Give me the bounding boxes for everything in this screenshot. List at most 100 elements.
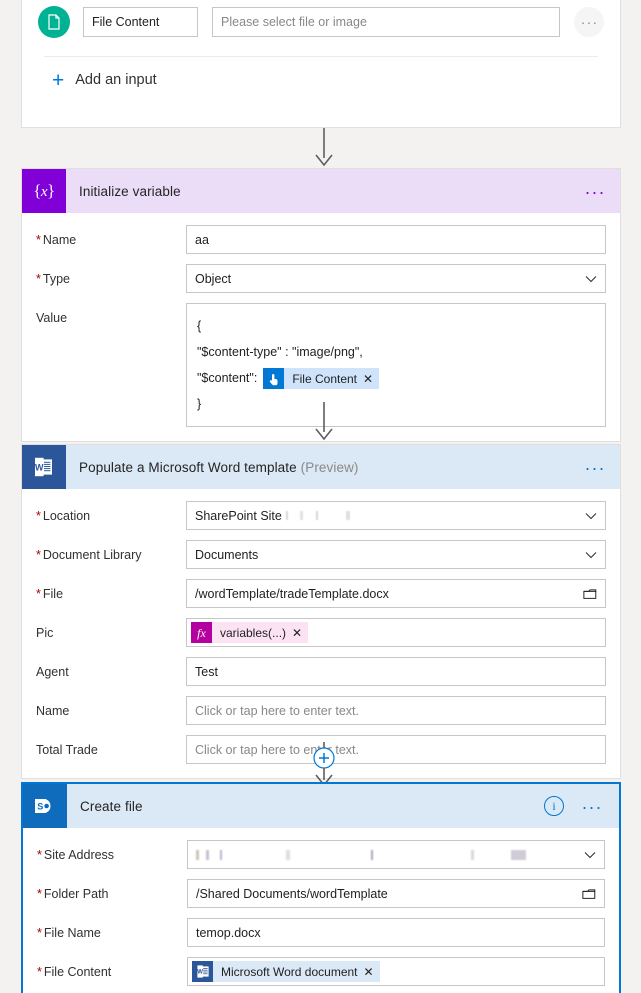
file-content-input[interactable]: W Microsoft Word document ✕ <box>187 957 605 986</box>
word-icon: W <box>22 445 66 489</box>
populate-word-template-title: Populate a Microsoft Word template (Prev… <box>66 460 359 475</box>
trigger-input-row: File Content Please select file or image… <box>22 0 620 44</box>
field-row-site-address: Site Address <box>37 840 605 869</box>
dynamic-content-token-file-content[interactable]: File Content ✕ <box>263 368 380 390</box>
svg-text:W: W <box>35 463 44 473</box>
create-file-more-button[interactable]: ... <box>578 792 607 820</box>
folder-path-input[interactable]: /Shared Documents/wordTemplate <box>187 879 605 908</box>
initialize-variable-more-button[interactable]: ... <box>581 177 610 205</box>
location-dropdown[interactable]: SharePoint Site <box>186 501 606 530</box>
initialize-variable-title: Initialize variable <box>79 183 181 199</box>
field-row-file-name: File Name temop.docx <box>37 918 605 947</box>
populate-word-template-title-text: Populate a Microsoft Word template <box>79 459 297 475</box>
field-label-file: File <box>36 579 186 602</box>
field-row-file-content: File Content <box>37 957 605 986</box>
field-label-file-name: File Name <box>37 918 187 941</box>
field-row-file: File /wordTemplate/tradeTemplate.docx <box>36 579 606 608</box>
trigger-input-value-field[interactable]: Please select file or image <box>212 7 560 37</box>
populate-word-template-more-button[interactable]: ... <box>581 453 610 481</box>
word-doc-icon: W <box>192 961 213 982</box>
token-label: File Content <box>292 371 358 386</box>
flow-designer-canvas: File Content Please select file or image… <box>0 0 641 993</box>
field-row-pic: Pic fx variables(...) ✕ <box>36 618 606 647</box>
field-row-folder-path: Folder Path /Shared Documents/wordTempla… <box>37 879 605 908</box>
plus-icon: + <box>52 68 65 92</box>
trigger-card: File Content Please select file or image… <box>21 0 621 128</box>
add-an-input-label: Add an input <box>75 72 157 88</box>
token-label: variables(...) <box>220 625 287 640</box>
field-row-document-library: Document Library Documents <box>36 540 606 569</box>
value-line-3-prefix: "$content": <box>197 371 258 385</box>
file-picker-input[interactable]: /wordTemplate/tradeTemplate.docx <box>186 579 606 608</box>
trigger-input-more-button[interactable]: ... <box>574 7 604 37</box>
connector-arrow-2 <box>0 402 641 442</box>
folder-picker-icon[interactable] <box>583 588 597 600</box>
trigger-input-more-label: ... <box>581 11 599 27</box>
token-label: Microsoft Word document <box>221 964 358 979</box>
document-library-dropdown[interactable]: Documents <box>186 540 606 569</box>
value-line-1: { <box>197 319 202 333</box>
field-row-name-word: Name Click or tap here to enter text. <box>36 696 606 725</box>
create-file-header[interactable]: S Create file i ... <box>23 784 619 828</box>
populate-word-template-preview-tag: (Preview) <box>300 459 359 475</box>
field-label-pic: Pic <box>36 626 54 640</box>
file-name-input[interactable]: temop.docx <box>187 918 605 947</box>
folder-picker-icon[interactable] <box>582 888 596 900</box>
field-row-agent: Agent Test <box>36 657 606 686</box>
populate-word-template-header[interactable]: W Populate a Microsoft Word template (Pr… <box>22 445 620 489</box>
pic-input[interactable]: fx variables(...) ✕ <box>186 618 606 647</box>
field-label-location: Location <box>36 501 186 524</box>
name-word-input[interactable]: Click or tap here to enter text. <box>186 696 606 725</box>
create-file-title: Create file <box>80 798 143 814</box>
info-icon-label: i <box>552 798 556 813</box>
chevron-down-icon <box>584 851 596 858</box>
add-an-input-button[interactable]: + Add an input <box>22 57 620 103</box>
token-remove-icon[interactable]: ✕ <box>292 627 308 639</box>
field-label-value: Value <box>36 311 68 325</box>
fx-icon: fx <box>191 622 212 643</box>
step-card-populate-word-template[interactable]: W Populate a Microsoft Word template (Pr… <box>21 444 621 779</box>
info-icon[interactable]: i <box>543 796 564 816</box>
token-remove-icon[interactable]: ✕ <box>364 966 380 978</box>
field-row-location: Location SharePoint Site <box>36 501 606 530</box>
powerapps-tap-icon <box>263 368 285 390</box>
svg-text:S: S <box>37 802 43 812</box>
step-card-create-file[interactable]: S Create file i ... Site Address <box>21 782 621 993</box>
type-dropdown-value: Object <box>195 271 232 286</box>
site-address-dropdown[interactable] <box>187 840 605 869</box>
sharepoint-icon: S <box>23 784 67 828</box>
connector-arrow-1 <box>0 128 641 168</box>
field-label-site-address: Site Address <box>37 840 187 863</box>
agent-input[interactable]: Test <box>186 657 606 686</box>
field-label-agent: Agent <box>36 665 69 679</box>
field-label-type: Type <box>36 264 186 287</box>
document-library-value: Documents <box>195 547 259 562</box>
field-label-file-content: File Content <box>37 957 187 980</box>
value-line-2: "$content-type" : "image/png", <box>197 345 363 359</box>
folder-path-value: /Shared Documents/wordTemplate <box>196 886 388 901</box>
value-line-3: "$content": File Content ✕ <box>197 365 597 391</box>
chevron-down-icon <box>585 551 597 558</box>
field-label-folder-path: Folder Path <box>37 879 187 902</box>
site-address-redacted-text <box>196 849 566 860</box>
chevron-down-icon <box>585 275 597 282</box>
type-dropdown[interactable]: Object <box>186 264 606 293</box>
field-label-document-library: Document Library <box>36 540 186 563</box>
step-card-initialize-variable[interactable]: {x} Initialize variable ... Name aa Type… <box>21 168 621 442</box>
token-remove-icon[interactable]: ✕ <box>363 373 379 385</box>
dynamic-content-token-word-document[interactable]: W Microsoft Word document ✕ <box>192 961 380 982</box>
location-dropdown-value: SharePoint Site <box>195 508 282 523</box>
chevron-down-icon <box>585 512 597 519</box>
name-input[interactable]: aa <box>186 225 606 254</box>
file-picker-value: /wordTemplate/tradeTemplate.docx <box>195 586 389 601</box>
file-document-icon <box>38 6 70 38</box>
populate-word-template-body: Location SharePoint Site Document Librar… <box>22 489 620 778</box>
field-row-type: Type Object <box>36 264 606 293</box>
svg-text:W: W <box>197 970 203 976</box>
trigger-input-name-field[interactable]: File Content <box>83 7 198 37</box>
initialize-variable-header[interactable]: {x} Initialize variable ... <box>22 169 620 213</box>
field-label-name-word: Name <box>36 704 70 718</box>
field-row-name: Name aa <box>36 225 606 254</box>
location-redacted-text <box>285 511 396 520</box>
expression-token-variables[interactable]: fx variables(...) ✕ <box>191 622 309 643</box>
